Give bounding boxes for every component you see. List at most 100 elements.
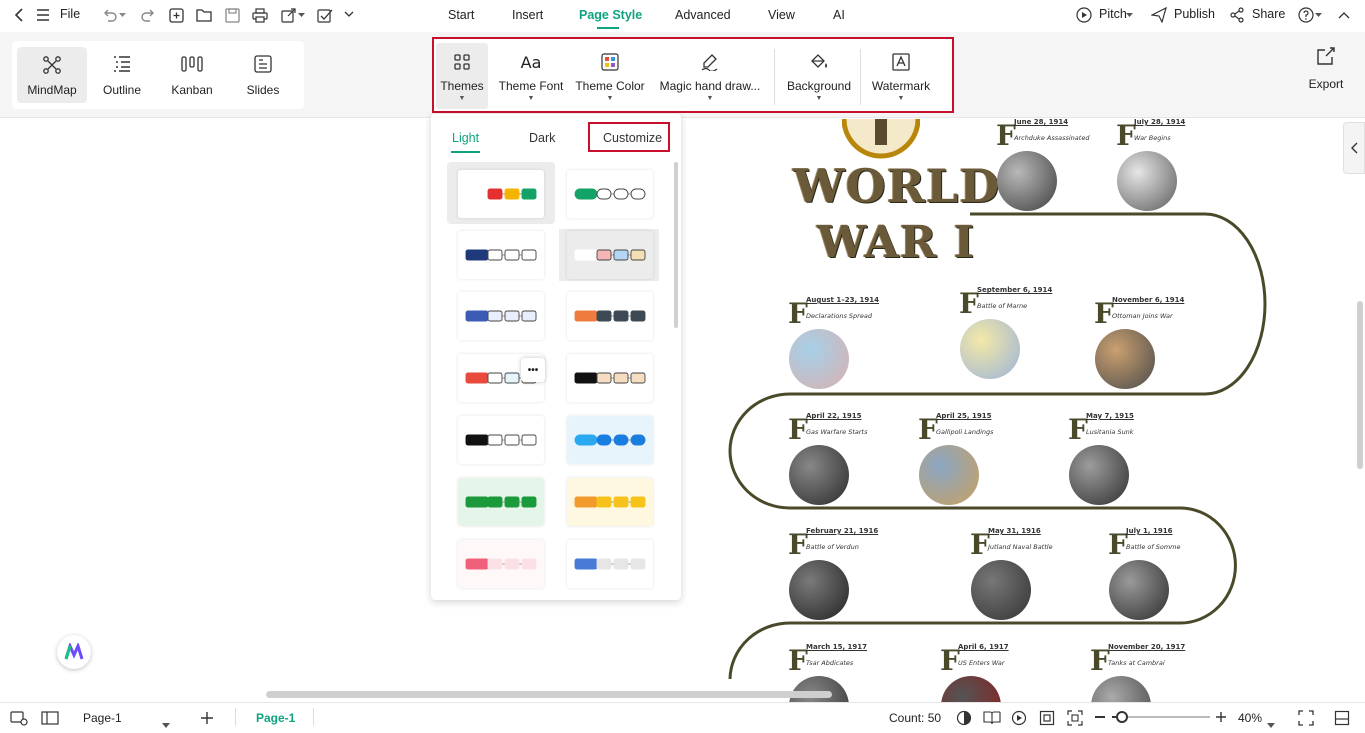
event-date[interactable]: May 31, 1916 bbox=[988, 527, 1041, 535]
collapse-up-icon[interactable] bbox=[1335, 6, 1353, 24]
theme-color-button[interactable]: Theme Color ▼ bbox=[574, 43, 646, 109]
zoom-slider-track[interactable] bbox=[1112, 711, 1210, 723]
event-photo[interactable] bbox=[1109, 560, 1169, 620]
more-options-button[interactable]: ••• bbox=[521, 358, 545, 382]
map-title-world[interactable]: WORLD bbox=[793, 159, 1000, 213]
zoom-level[interactable]: 40% bbox=[1238, 711, 1262, 725]
help-dropdown-icon[interactable] bbox=[1313, 6, 1323, 24]
theme-thumbnail[interactable] bbox=[567, 416, 653, 464]
event-title[interactable]: Jutland Naval Battle bbox=[988, 543, 1053, 551]
fullscreen-icon[interactable] bbox=[1298, 710, 1314, 731]
theme-thumbnail[interactable] bbox=[567, 354, 653, 402]
horizontal-scrollbar[interactable] bbox=[266, 691, 832, 698]
zoom-in-icon[interactable] bbox=[1214, 710, 1228, 729]
theme-thumbnail[interactable] bbox=[567, 170, 653, 218]
theme-thumbnail[interactable] bbox=[567, 292, 653, 340]
page-tab-active[interactable]: Page-1 bbox=[256, 711, 295, 725]
themes-button[interactable]: Themes ▼ bbox=[436, 43, 488, 109]
event-date[interactable]: April 6, 1917 bbox=[958, 643, 1009, 651]
new-file-icon[interactable] bbox=[167, 6, 185, 24]
event-date[interactable]: April 22, 1915 bbox=[806, 412, 861, 420]
pitch-button[interactable]: Pitch bbox=[1099, 7, 1127, 21]
event-title[interactable]: Battle of Somme bbox=[1126, 543, 1181, 551]
share-button[interactable]: Share bbox=[1252, 7, 1285, 21]
event-date[interactable]: July 28, 1914 bbox=[1134, 119, 1185, 126]
mindmap-canvas[interactable]: WORLD WAR I F June 28, 1914 Archduke Assas… bbox=[0, 119, 1365, 702]
file-menu[interactable]: File bbox=[60, 7, 80, 21]
menu-page-style[interactable]: Page Style bbox=[579, 8, 642, 22]
event-date[interactable]: May 7, 1915 bbox=[1086, 412, 1134, 420]
share-icon[interactable] bbox=[1228, 6, 1246, 24]
event-title[interactable]: Lusitania Sunk bbox=[1086, 428, 1134, 436]
export-dropdown-icon[interactable] bbox=[296, 6, 306, 24]
menu-view[interactable]: View bbox=[768, 8, 795, 22]
theme-thumbnail[interactable] bbox=[567, 231, 653, 279]
publish-icon[interactable] bbox=[1150, 6, 1168, 24]
event-title[interactable]: Archduke Assassinated bbox=[1014, 134, 1089, 142]
presentation-play-icon[interactable] bbox=[1011, 710, 1027, 731]
event-date[interactable]: March 15, 1917 bbox=[806, 643, 867, 651]
theme-font-button[interactable]: Aa Theme Font ▼ bbox=[496, 43, 566, 109]
event-title[interactable]: Declarations Spread bbox=[806, 312, 872, 320]
event-date[interactable]: February 21, 1916 bbox=[806, 527, 878, 535]
zoom-out-icon[interactable] bbox=[1095, 716, 1105, 718]
event-photo[interactable] bbox=[789, 445, 849, 505]
event-date[interactable]: April 25, 1915 bbox=[936, 412, 991, 420]
event-date[interactable]: August 1–23, 1914 bbox=[806, 296, 879, 304]
map-pin-list-icon[interactable] bbox=[10, 710, 28, 731]
outline-view-button[interactable]: Outline bbox=[87, 47, 157, 103]
menu-start[interactable]: Start bbox=[448, 8, 474, 22]
event-title[interactable]: Battle of Verdun bbox=[806, 543, 859, 551]
theme-thumbnail[interactable] bbox=[458, 540, 544, 588]
add-page-icon[interactable] bbox=[199, 710, 215, 731]
menu-advanced[interactable]: Advanced bbox=[675, 8, 731, 22]
export-button[interactable]: Export bbox=[1304, 46, 1348, 91]
magic-hand-drawn-button[interactable]: Magic hand draw... ▼ bbox=[658, 43, 762, 109]
mindmap-view-button[interactable]: MindMap bbox=[17, 47, 87, 103]
slides-view-button[interactable]: Slides bbox=[228, 47, 298, 103]
panel-scrollbar[interactable] bbox=[674, 162, 678, 328]
event-photo[interactable] bbox=[1095, 329, 1155, 389]
more-chevron-icon[interactable] bbox=[340, 6, 358, 24]
page-select-caret-icon[interactable] bbox=[162, 715, 170, 733]
theme-thumbnail[interactable] bbox=[458, 292, 544, 340]
collapse-panel-icon[interactable] bbox=[1334, 710, 1350, 731]
watermark-button[interactable]: Watermark ▼ bbox=[868, 43, 934, 109]
event-title[interactable]: Gas Warfare Starts bbox=[806, 428, 867, 436]
event-title[interactable]: War Begins bbox=[1134, 134, 1171, 142]
menu-ai[interactable]: AI bbox=[833, 8, 845, 22]
vertical-scrollbar[interactable] bbox=[1357, 301, 1363, 469]
task-check-icon[interactable] bbox=[316, 6, 334, 24]
event-title[interactable]: Tsar Abdicates bbox=[806, 659, 853, 667]
event-photo[interactable] bbox=[960, 319, 1020, 379]
menu-insert[interactable]: Insert bbox=[512, 8, 543, 22]
map-title-war[interactable]: WAR I bbox=[817, 217, 975, 268]
theme-mode-icon[interactable] bbox=[956, 710, 972, 731]
event-title[interactable]: Tanks at Cambrai bbox=[1108, 659, 1165, 667]
event-date[interactable]: July 1, 1916 bbox=[1126, 527, 1172, 535]
event-photo[interactable] bbox=[1069, 445, 1129, 505]
tab-light[interactable]: Light bbox=[452, 131, 479, 145]
ai-assistant-logo[interactable] bbox=[57, 635, 91, 669]
publish-button[interactable]: Publish bbox=[1174, 7, 1215, 21]
background-button[interactable]: Background ▼ bbox=[784, 43, 854, 109]
theme-thumbnail[interactable] bbox=[458, 231, 544, 279]
event-date[interactable]: September 6, 1914 bbox=[977, 286, 1052, 294]
side-panel-toggle[interactable] bbox=[1343, 122, 1365, 174]
event-photo[interactable] bbox=[971, 560, 1031, 620]
event-photo[interactable] bbox=[919, 445, 979, 505]
theme-thumbnail[interactable] bbox=[458, 170, 544, 218]
event-title[interactable]: Battle of Marne bbox=[977, 302, 1027, 310]
fit-screen-icon[interactable] bbox=[1067, 710, 1083, 731]
theme-thumbnail[interactable] bbox=[567, 540, 653, 588]
open-folder-icon[interactable] bbox=[195, 6, 213, 24]
event-photo[interactable] bbox=[789, 329, 849, 389]
play-circle-icon[interactable] bbox=[1075, 6, 1093, 24]
kanban-view-button[interactable]: Kanban bbox=[157, 47, 227, 103]
pitch-dropdown-icon[interactable] bbox=[1124, 6, 1134, 24]
event-date[interactable]: November 20, 1917 bbox=[1108, 643, 1185, 651]
page-select[interactable]: Page-1 bbox=[83, 711, 122, 725]
event-date[interactable]: November 6, 1914 bbox=[1112, 296, 1184, 304]
theme-thumbnail[interactable] bbox=[458, 416, 544, 464]
undo-dropdown-icon[interactable] bbox=[117, 6, 127, 24]
